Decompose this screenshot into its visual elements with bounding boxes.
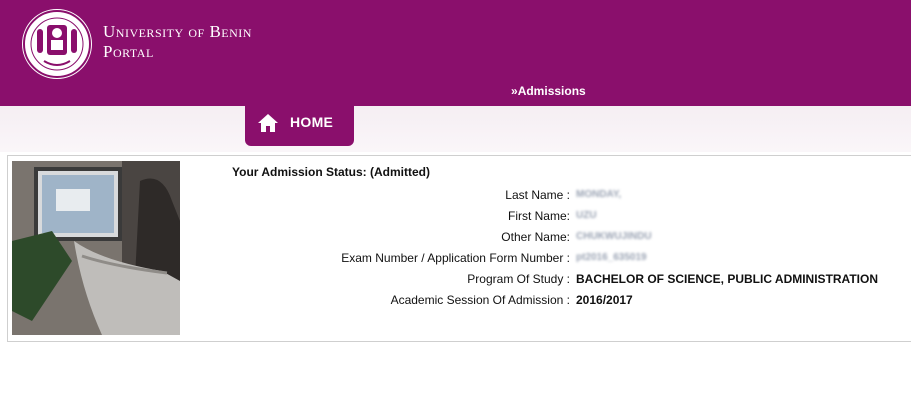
nav-admissions-label: Admissions xyxy=(517,84,586,98)
nav-prefix: » xyxy=(511,84,518,98)
field-label: Academic Session Of Admission : xyxy=(390,293,570,307)
field-label: Exam Number / Application Form Number : xyxy=(341,251,570,265)
field-value: pt2016_635019 xyxy=(576,252,647,263)
field-first-name: First Name: UZU xyxy=(232,209,911,225)
university-logo[interactable] xyxy=(22,9,92,79)
site-title-line1: University of Benin xyxy=(103,22,252,41)
menu-band xyxy=(0,106,911,152)
field-value: BACHELOR OF SCIENCE, PUBLIC ADMINISTRATI… xyxy=(576,272,878,286)
field-label: Other Name: xyxy=(501,230,570,244)
home-icon[interactable] xyxy=(257,113,279,133)
nav-admissions-link[interactable]: »Admissions xyxy=(511,84,586,98)
field-label: Last Name : xyxy=(505,188,570,202)
field-label: Program Of Study : xyxy=(467,272,570,286)
field-value: 2016/2017 xyxy=(576,293,633,307)
field-label: First Name: xyxy=(507,209,570,223)
field-exam-number: Exam Number / Application Form Number : … xyxy=(232,251,911,267)
field-value: CHUKWUJINDU xyxy=(576,231,652,242)
student-computer-photo xyxy=(12,161,180,335)
field-value: UZU xyxy=(576,210,597,221)
field-last-name: Last Name : MONDAY, xyxy=(232,188,911,204)
site-header: University of Benin Portal »Admissions xyxy=(0,0,911,106)
site-title: University of Benin Portal xyxy=(103,22,252,62)
field-other-name: Other Name: CHUKWUJINDU xyxy=(232,230,911,246)
crest-icon xyxy=(23,10,91,78)
field-value: MONDAY, xyxy=(576,189,622,200)
field-program-of-study: Program Of Study : BACHELOR OF SCIENCE, … xyxy=(232,272,911,288)
admission-status: Your Admission Status: (Admitted) xyxy=(232,165,430,179)
field-academic-session: Academic Session Of Admission : 2016/201… xyxy=(232,293,911,309)
site-title-line2: Portal xyxy=(103,42,154,61)
home-tab-label[interactable]: HOME xyxy=(290,114,333,130)
